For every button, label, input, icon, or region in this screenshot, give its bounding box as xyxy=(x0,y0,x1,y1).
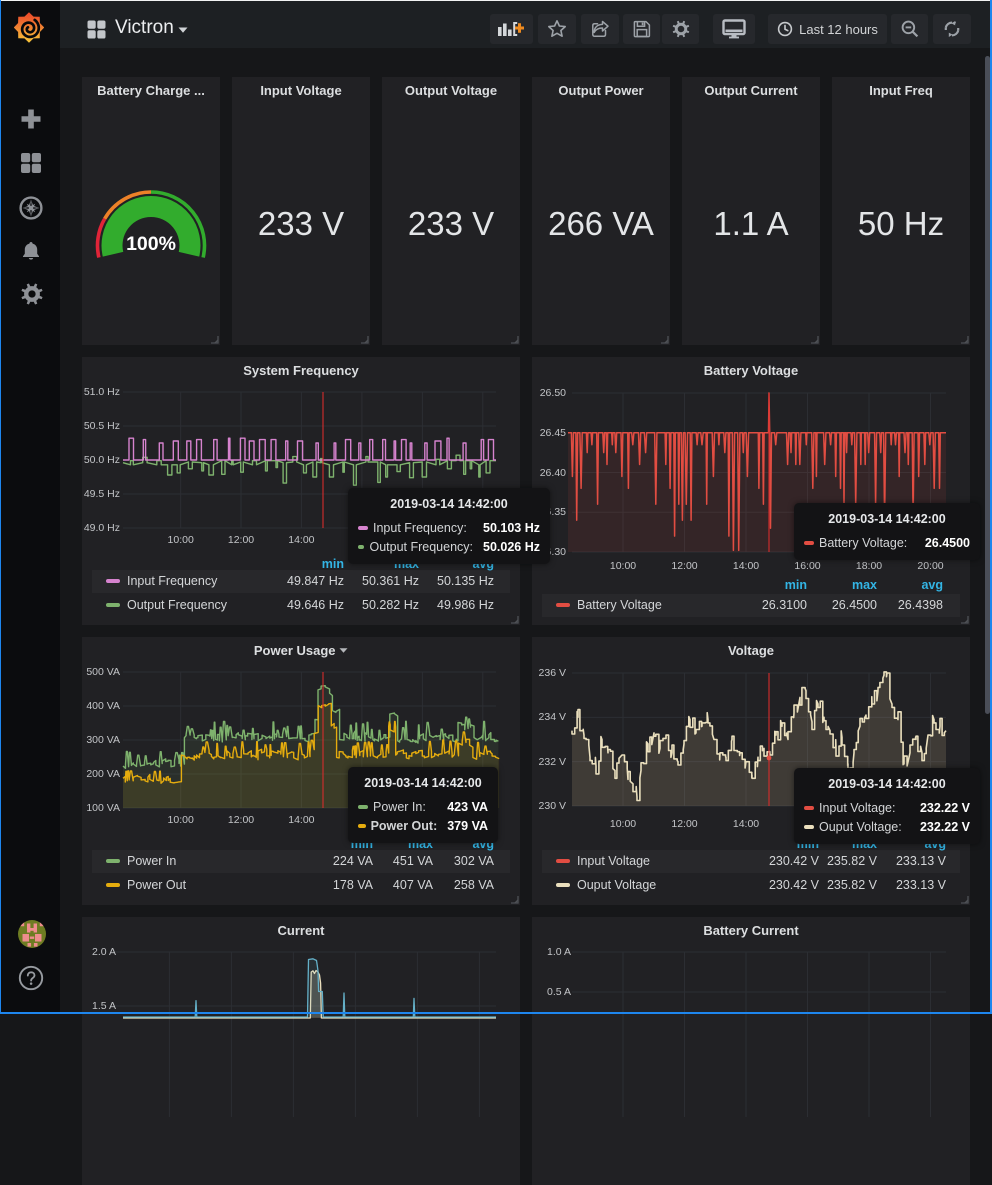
svg-text:100%: 100% xyxy=(126,233,176,255)
